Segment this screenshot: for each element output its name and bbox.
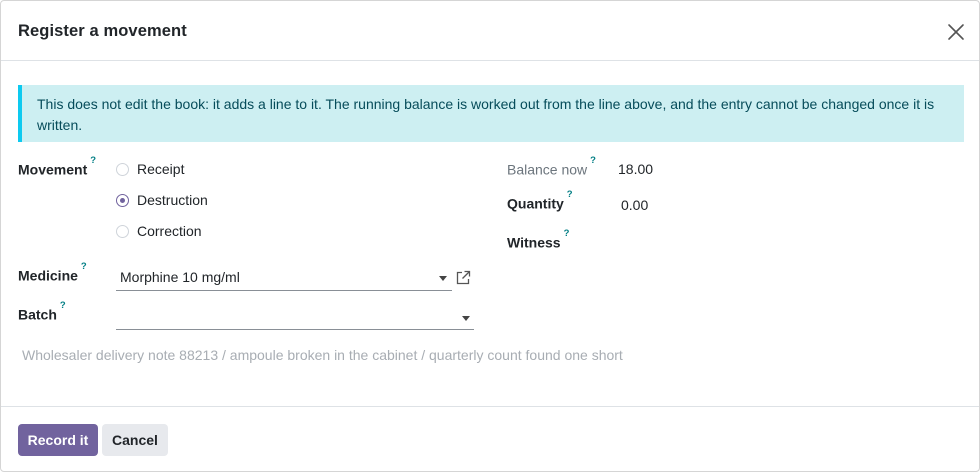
balance-now-value: 18.00: [618, 161, 654, 177]
batch-select[interactable]: [116, 305, 474, 330]
witness-label: Witness?: [507, 228, 569, 251]
witness-label-text: Witness: [507, 234, 561, 251]
dialog-title: Register a movement: [18, 22, 187, 40]
chevron-down-icon[interactable]: [439, 276, 447, 281]
register-movement-dialog: Register a movement This does not edit t…: [0, 0, 980, 472]
note-input[interactable]: [22, 345, 922, 365]
help-icon[interactable]: ?: [60, 300, 66, 311]
balance-now-label-text: Balance now: [507, 161, 588, 178]
info-alert-text: This does not edit the book: it adds a l…: [37, 96, 935, 133]
info-alert: This does not edit the book: it adds a l…: [18, 85, 964, 142]
radio-correction-label[interactable]: Correction: [137, 223, 202, 239]
batch-label-text: Batch: [18, 306, 57, 323]
medicine-select-value: Morphine 10 mg/ml: [120, 269, 240, 285]
radio-destruction[interactable]: [116, 194, 129, 207]
radio-destruction-label[interactable]: Destruction: [137, 192, 208, 208]
quantity-input[interactable]: 0.00: [621, 197, 648, 213]
quantity-label: Quantity?: [507, 189, 573, 212]
medicine-select[interactable]: Morphine 10 mg/ml: [116, 266, 452, 291]
witness-field[interactable]: [621, 234, 921, 254]
medicine-label-text: Medicine: [18, 267, 78, 284]
batch-label: Batch?: [18, 300, 66, 323]
radio-correction[interactable]: [116, 225, 129, 238]
cancel-button[interactable]: Cancel: [102, 424, 168, 456]
help-icon[interactable]: ?: [564, 228, 570, 239]
radio-receipt-label[interactable]: Receipt: [137, 161, 184, 177]
close-icon[interactable]: [945, 21, 967, 43]
quantity-label-text: Quantity: [507, 195, 564, 212]
external-link-icon[interactable]: [455, 270, 471, 286]
help-icon[interactable]: ?: [81, 261, 87, 272]
movement-label-text: Movement: [18, 161, 88, 178]
chevron-down-icon[interactable]: [462, 316, 470, 321]
radio-receipt[interactable]: [116, 163, 129, 176]
help-icon[interactable]: ?: [567, 189, 573, 200]
dialog-header: Register a movement: [1, 1, 979, 61]
movement-label: Movement?: [18, 155, 96, 178]
record-button[interactable]: Record it: [18, 424, 98, 456]
balance-now-label: Balance now?: [507, 155, 596, 178]
help-icon[interactable]: ?: [90, 155, 96, 166]
dialog-footer: Record it Cancel: [1, 406, 979, 472]
help-icon[interactable]: ?: [590, 155, 596, 166]
medicine-label: Medicine?: [18, 261, 87, 284]
